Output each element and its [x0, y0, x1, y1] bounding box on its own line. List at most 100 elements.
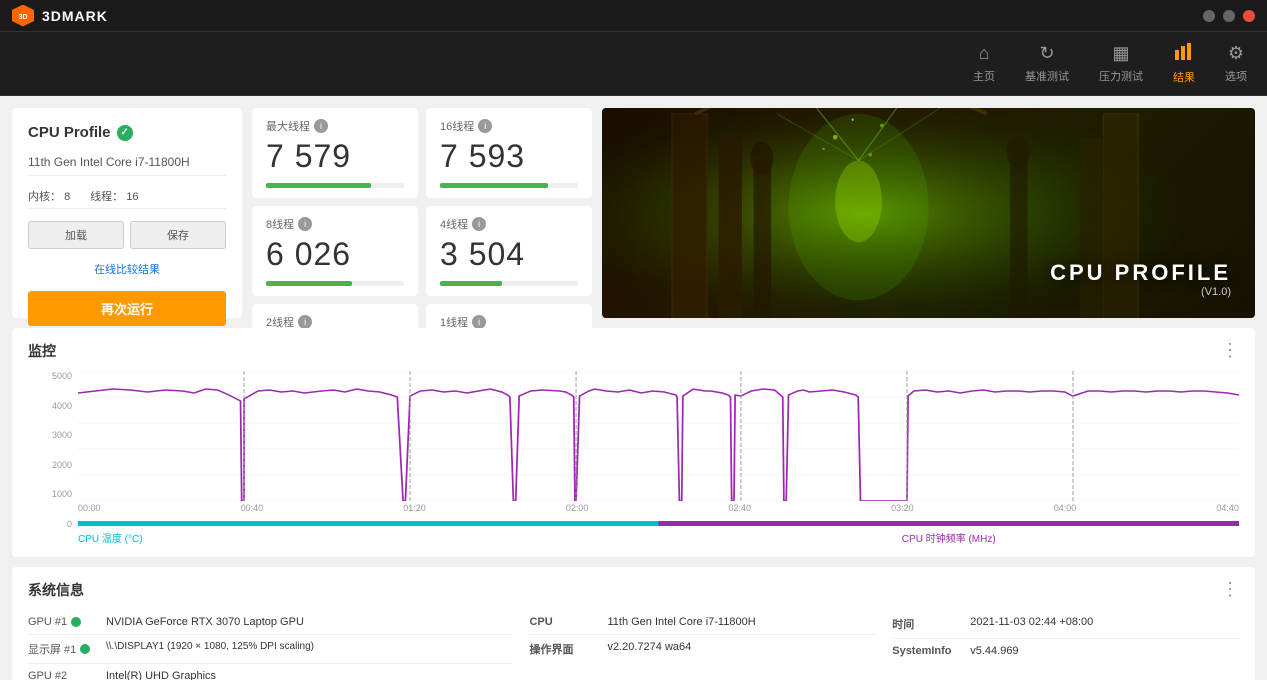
sysinfo-key-gpu2: GPU #2 [28, 670, 98, 680]
cpu-model: 11th Gen Intel Core i7-11800H [28, 149, 226, 176]
check-icon: ✓ [117, 125, 133, 141]
sysinfo-key-cpu: CPU [529, 616, 599, 628]
y-label-0: 0 [67, 519, 72, 529]
nav-label-stress: 压力测试 [1099, 68, 1143, 84]
sysinfo-val-gpu2: Intel(R) UHD Graphics [106, 670, 216, 680]
cpu-profile-card: CPU Profile ✓ 11th Gen Intel Core i7-118… [12, 108, 242, 318]
score-card-thread_8: 8线程 i 6 026 [252, 206, 418, 296]
cpu-action-buttons: 加载 保存 [28, 221, 226, 249]
nav-label-options: 选项 [1225, 68, 1247, 84]
score-bar-fill-thread_4 [440, 281, 502, 286]
monitor-more-icon[interactable]: ⋮ [1221, 340, 1239, 361]
score-label-thread_4: 4线程 i [440, 216, 578, 232]
sysinfo-row-gpu2: GPU #2 Intel(R) UHD Graphics [28, 664, 513, 680]
chart-area: 00:00 00:40 01:20 02:00 02:40 03:20 04:0… [78, 371, 1239, 545]
card-title-text: CPU Profile [28, 124, 111, 141]
gpu1-status-dot [71, 617, 81, 627]
score-bar-fill-max_thread [266, 183, 371, 188]
y-axis: 5000 4000 3000 2000 1000 0 [28, 371, 78, 545]
y-label-4000: 4000 [52, 401, 72, 411]
score-value-thread_16: 7 593 [440, 138, 578, 175]
nav-item-home[interactable]: ⌂ 主页 [973, 43, 995, 84]
x-label-4: 02:40 [729, 503, 752, 513]
titlebar: 3D 3DMARK ─ □ ✕ [0, 0, 1267, 32]
info-icon-thread_16: i [478, 119, 492, 133]
sysinfo-key-os: 操作界面 [529, 641, 599, 657]
x-label-3: 02:00 [566, 503, 589, 513]
score-bar-fill-thread_8 [266, 281, 352, 286]
sysinfo-val-cpu: 11th Gen Intel Core i7-11800H [607, 616, 755, 628]
sysinfo-key-sysinfo: SystemInfo [892, 645, 962, 657]
x-label-2: 01:20 [403, 503, 426, 513]
cpu-specs: 内核： 8 线程： 16 [28, 184, 226, 209]
score-label-max_thread: 最大线程 i [266, 118, 404, 134]
sysinfo-title: 系统信息 [28, 580, 84, 600]
sysinfo-col-3: 时间 2021-11-03 02:44 +08:00 SystemInfo v5… [892, 610, 1239, 680]
nav-label-home: 主页 [973, 68, 995, 84]
legend-temp: CPU 温度 (°C) [78, 530, 659, 545]
y-label-1000: 1000 [52, 489, 72, 499]
info-icon-thread_1: i [472, 315, 486, 329]
sysinfo-section: 系统信息 ⋮ GPU #1 NVIDIA GeForce RTX 3070 La… [12, 567, 1255, 680]
add-button[interactable]: 加载 [28, 221, 124, 249]
score-bar-max_thread [266, 183, 404, 188]
nav-item-options[interactable]: ⚙ 选项 [1225, 43, 1247, 84]
nav-label-bench: 基准测试 [1025, 68, 1069, 84]
home-icon: ⌂ [979, 43, 990, 64]
save-button[interactable]: 保存 [130, 221, 226, 249]
card-title: CPU Profile ✓ [28, 124, 226, 141]
x-label-1: 00:40 [241, 503, 264, 513]
score-card-thread_16: 16线程 i 7 593 [426, 108, 592, 198]
score-card-max_thread: 最大线程 i 7 579 [252, 108, 418, 198]
monitor-title: 监控 [28, 341, 56, 361]
score-value-thread_8: 6 026 [266, 236, 404, 273]
sysinfo-val-time: 2021-11-03 02:44 +08:00 [970, 616, 1093, 628]
x-label-5: 03:20 [891, 503, 914, 513]
info-icon-thread_2: i [298, 315, 312, 329]
maximize-button[interactable]: □ [1223, 10, 1235, 22]
options-icon: ⚙ [1228, 43, 1244, 64]
sysinfo-key-gpu1: GPU #1 [28, 616, 98, 628]
nav-item-results[interactable]: 结果 [1173, 42, 1195, 85]
preview-subtitle: (V1.0) [1050, 286, 1231, 298]
sysinfo-row-display1: 显示屏 #1 \\.\DISPLAY1 (1920 × 1080, 125% D… [28, 635, 513, 664]
main-content: CPU Profile ✓ 11th Gen Intel Core i7-118… [0, 96, 1267, 680]
score-label-thread_16: 16线程 i [440, 118, 578, 134]
app-logo-icon: 3D [12, 5, 34, 27]
minimize-button[interactable]: ─ [1203, 10, 1215, 22]
chart-wrapper: 5000 4000 3000 2000 1000 0 [28, 371, 1239, 545]
nav-item-stress[interactable]: ▦ 压力测试 [1099, 43, 1143, 84]
nav-item-bench[interactable]: ↻ 基准测试 [1025, 43, 1069, 84]
sysinfo-header: 系统信息 ⋮ [28, 579, 1239, 600]
score-label-thread_8: 8线程 i [266, 216, 404, 232]
app-logo-text: 3DMARK [42, 8, 108, 24]
sysinfo-more-icon[interactable]: ⋮ [1221, 579, 1239, 600]
y-label-5000: 5000 [52, 371, 72, 381]
monitor-section: 监控 ⋮ 5000 4000 3000 2000 1000 0 [12, 328, 1255, 557]
y-label-3000: 3000 [52, 430, 72, 440]
close-button[interactable]: ✕ [1243, 10, 1255, 22]
x-label-6: 04:00 [1054, 503, 1077, 513]
score-card-thread_4: 4线程 i 3 504 [426, 206, 592, 296]
preview-title: CPU PROFILE [1050, 260, 1231, 286]
threads-label: 线程： 16 [90, 188, 138, 204]
run-button[interactable]: 再次运行 [28, 291, 226, 326]
sysinfo-row-time: 时间 2021-11-03 02:44 +08:00 [892, 610, 1239, 639]
sysinfo-key-time: 时间 [892, 616, 962, 632]
monitor-header: 监控 ⋮ [28, 340, 1239, 361]
sysinfo-val-display1: \\.\DISPLAY1 (1920 × 1080, 125% DPI scal… [106, 641, 314, 652]
cores-label: 内核： 8 [28, 188, 70, 204]
score-bar-thread_16 [440, 183, 578, 188]
sysinfo-row-cpu: CPU 11th Gen Intel Core i7-11800H [529, 610, 876, 635]
chart-legend [78, 521, 1239, 526]
info-icon-thread_8: i [298, 217, 312, 231]
y-label-2000: 2000 [52, 460, 72, 470]
score-value-thread_4: 3 504 [440, 236, 578, 273]
sysinfo-col-1: GPU #1 NVIDIA GeForce RTX 3070 Laptop GP… [28, 610, 513, 680]
sysinfo-val-sysinfo: v5.44.969 [970, 645, 1018, 657]
sysinfo-grid: GPU #1 NVIDIA GeForce RTX 3070 Laptop GP… [28, 610, 1239, 680]
compare-button[interactable]: 在线比较结果 [28, 257, 226, 281]
score-bar-thread_8 [266, 281, 404, 286]
x-label-0: 00:00 [78, 503, 101, 513]
sysinfo-key-display1: 显示屏 #1 [28, 641, 98, 657]
